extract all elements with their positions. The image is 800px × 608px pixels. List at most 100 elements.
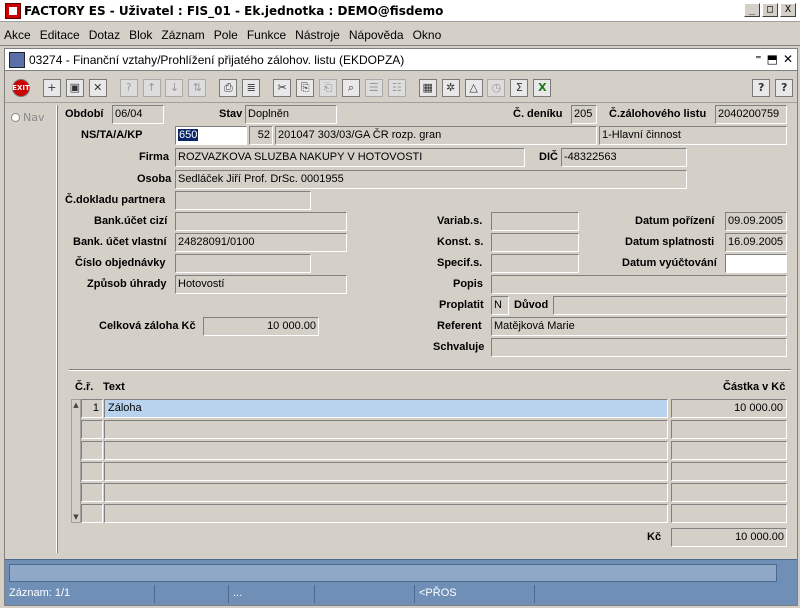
osoba-field[interactable]: Sedláček Jiří Prof. DrSc. 0001955 [175,170,687,189]
sort-desc-button[interactable]: ↓ [165,76,185,100]
form-close-button[interactable]: ✕ [783,52,793,66]
obdobi-field[interactable]: 06/04 [112,105,164,124]
report-button[interactable]: ≣ [241,76,261,100]
row-text[interactable] [104,441,668,460]
form-restore-button[interactable]: ⬒ [767,52,778,66]
row-text[interactable]: Záloha [104,399,668,418]
datum-splatnosti-field[interactable]: 16.09.2005 [725,233,787,252]
datum-porizeni-field[interactable]: 09.09.2005 [725,212,787,231]
kp-field[interactable]: 1-Hlavní činnost [599,126,787,145]
help-button[interactable]: ? [751,76,771,100]
table-row[interactable] [81,420,791,439]
close-button[interactable]: X [780,3,796,17]
variab-s-field[interactable] [491,212,579,231]
insert-record-button[interactable]: + [42,76,62,100]
calculator-button[interactable]: ▦ [418,76,438,100]
scroll-down-icon[interactable]: ▼ [72,512,80,522]
cut-button[interactable]: ✂ [272,76,292,100]
row-castka[interactable]: 10 000.00 [671,399,787,418]
celkova-zaloha-field[interactable]: 10 000.00 [203,317,319,336]
zpusob-uhrady-field[interactable]: Hotovostí [175,275,347,294]
table-row[interactable] [81,483,791,502]
total-field[interactable]: 10 000.00 [671,528,787,547]
cislo-objednavky-field[interactable] [175,254,311,273]
row-castka[interactable] [671,462,787,481]
form-minimize-button[interactable]: ⁼ [755,52,761,66]
dic-field[interactable]: -48322563 [561,148,687,167]
row-cr[interactable] [81,441,103,460]
c-dokladu-partnera-field[interactable] [175,191,311,210]
menu-funkce[interactable]: Funkce [247,28,286,42]
stav-field[interactable]: Doplněn [245,105,337,124]
row-cr[interactable] [81,462,103,481]
triangle-button[interactable]: △ [464,76,484,100]
save-record-button[interactable]: ▣ [65,76,85,100]
delete-record-button[interactable]: ✕ [88,76,108,100]
excel-button[interactable]: X [532,76,552,100]
table-row[interactable] [81,462,791,481]
referent-field[interactable]: Matějková Marie [491,317,787,336]
popis-field[interactable] [491,275,787,294]
specif-s-field[interactable] [491,254,579,273]
print-button[interactable]: ⎙ [218,76,238,100]
schvaluje-field[interactable] [491,338,787,357]
table-row[interactable] [81,441,791,460]
a-field[interactable]: 201047 303/03/GA ČR rozp. gran [275,126,597,145]
proplatit-field[interactable]: N [491,296,509,315]
row-cr[interactable] [81,420,103,439]
row-castka[interactable] [671,441,787,460]
scroll-up-icon[interactable]: ▲ [72,400,80,410]
sum-button[interactable]: Σ [509,76,529,100]
menu-napoveda[interactable]: Nápověda [349,28,404,42]
celkova-zaloha-label: Celková záloha Kč [99,320,196,332]
bank-ucet-cizi-field[interactable] [175,212,347,231]
menu-pole[interactable]: Pole [214,28,238,42]
nav-toggle[interactable]: Nav [11,111,44,124]
exit-button[interactable]: EXIT [11,76,31,100]
clock-button[interactable]: ◷ [487,76,507,100]
duvod-field[interactable] [553,296,787,315]
menu-blok[interactable]: Blok [129,28,152,42]
context-help-button[interactable]: ? [774,76,794,100]
row-castka[interactable] [671,420,787,439]
find-button[interactable]: ⌕ [341,76,361,100]
app-icon [5,2,21,19]
minimize-button[interactable]: _ [744,3,760,17]
c-zalohoveho-listu-field[interactable]: 2040200759 [715,105,787,124]
row-text[interactable] [104,462,668,481]
row-cr[interactable] [81,483,103,502]
menu-nastroje[interactable]: Nástroje [295,28,340,42]
menu-zaznam[interactable]: Záznam [161,28,204,42]
query-button[interactable]: ? [119,76,139,100]
list-button[interactable]: ☰ [364,76,384,100]
sort-asc-button[interactable]: ↑ [142,76,162,100]
menu-akce[interactable]: Akce [4,28,31,42]
wheel-button[interactable]: ✲ [441,76,461,100]
table-row[interactable]: 1 Záloha 10 000.00 [81,399,791,418]
copy-button[interactable]: ⎘ [295,76,315,100]
row-text[interactable] [104,420,668,439]
menu-dotaz[interactable]: Dotaz [89,28,120,42]
row-text[interactable] [104,483,668,502]
table-row[interactable] [81,504,791,523]
menu-okno[interactable]: Okno [413,28,442,42]
firma-field[interactable]: ROZVAZKOVA SLUZBA NAKUPY V HOTOVOSTI [175,148,525,167]
maximize-button[interactable]: □ [762,3,778,17]
row-castka[interactable] [671,483,787,502]
row-cr[interactable]: 1 [81,399,103,418]
menu-editace[interactable]: Editace [40,28,80,42]
row-cr[interactable] [81,504,103,523]
form-icon [9,51,25,68]
sort-button[interactable]: ⇅ [187,76,207,100]
paste-button[interactable]: ⎗ [318,76,338,100]
row-text[interactable] [104,504,668,523]
bank-ucet-vlastni-field[interactable]: 24828091/0100 [175,233,347,252]
ns-field[interactable]: 650 [175,126,247,145]
ta-field[interactable]: 52 [249,126,273,145]
row-castka[interactable] [671,504,787,523]
datum-vyuctovani-field[interactable] [725,254,787,273]
konst-s-field[interactable] [491,233,579,252]
list2-button[interactable]: ☷ [387,76,407,100]
table-scrollbar[interactable]: ▲ ▼ [71,399,81,523]
c-deniku-field[interactable]: 205 [571,105,597,124]
